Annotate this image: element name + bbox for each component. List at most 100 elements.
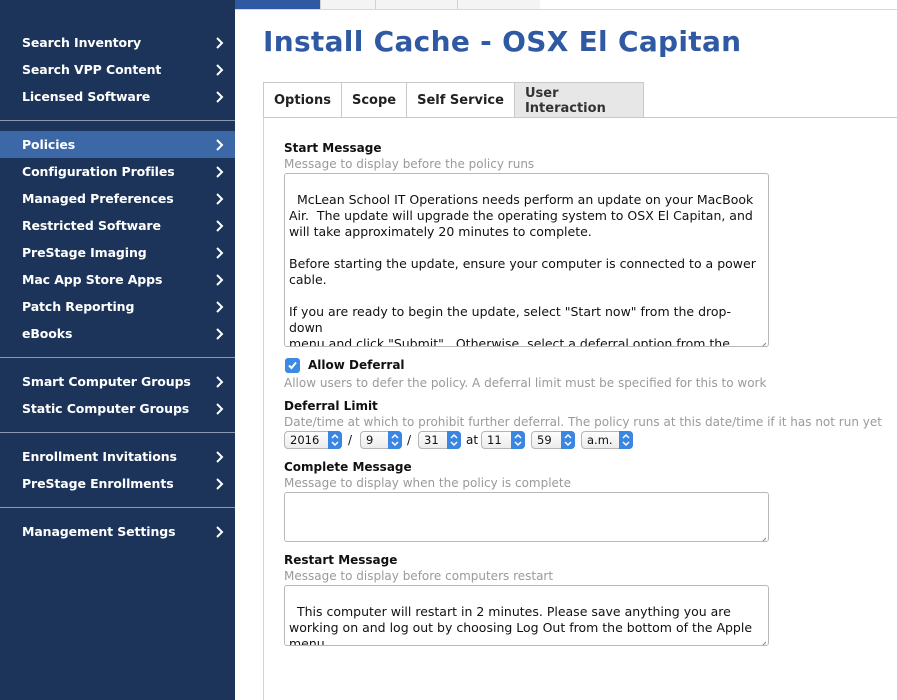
sidebar-item-search-vpp-content[interactable]: Search VPP Content [0,56,235,83]
deferral-hour-select[interactable]: 11 [481,431,525,449]
tab-scope[interactable]: Scope [341,83,408,118]
deferral-month-value: 9 [366,433,374,447]
restart-message-label: Restart Message [284,553,398,567]
complete-message-help: Message to display when the policy is co… [284,476,572,490]
select-arrows-icon [511,431,525,449]
deferral-minute-value: 59 [537,433,552,447]
start-message-label: Start Message [284,141,382,155]
restart-message-help: Message to display before computers rest… [284,569,554,583]
sidebar-item-label: Policies [22,137,76,152]
sidebar-item-label: Licensed Software [22,89,151,104]
deferral-year-value: 2016 [290,433,320,447]
sidebar-item-management-settings[interactable]: Management Settings [0,518,235,545]
chevron-right-icon [214,526,226,538]
sidebar-item-enrollment-invitations[interactable]: Enrollment Invitations [0,443,235,470]
tab-self-service[interactable]: Self Service [407,83,515,118]
sidebar-item-configuration-profiles[interactable]: Configuration Profiles [0,158,235,185]
chevron-right-icon [214,139,226,151]
sidebar-item-managed-preferences[interactable]: Managed Preferences [0,185,235,212]
sidebar-item-label: Enrollment Invitations [22,449,177,464]
sidebar-divider [0,120,235,121]
resize-grip-icon[interactable] [759,532,767,541]
sidebar-item-licensed-software[interactable]: Licensed Software [0,83,235,110]
sidebar-divider [0,432,235,433]
deferral-limit-label: Deferral Limit [284,399,378,413]
sidebar-item-label: Patch Reporting [22,299,135,314]
sidebar-item-label: Smart Computer Groups [22,374,191,389]
sidebar-item-label: PreStage Imaging [22,245,147,260]
resize-grip-icon[interactable] [759,636,767,645]
start-message-help: Message to display before the policy run… [284,157,535,171]
sidebar-item-label: Search Inventory [22,35,142,50]
sidebar-item-label: Management Settings [22,524,176,539]
deferral-month-select[interactable]: 9 [360,431,402,449]
start-message-text: McLean School IT Operations needs perfor… [289,192,756,347]
restart-message-textarea[interactable]: This computer will restart in 2 minutes.… [284,585,769,646]
top-nav-tab[interactable] [321,0,375,9]
chevron-right-icon [214,478,226,490]
chevron-right-icon [214,403,226,415]
allow-deferral-label: Allow Deferral [308,358,405,372]
allow-deferral-help: Allow users to defer the policy. A defer… [284,376,767,390]
select-arrows-icon [447,431,461,449]
sidebar-item-policies[interactable]: Policies [0,131,235,158]
deferral-limit-help: Date/time at which to prohibit further d… [284,415,882,429]
chevron-right-icon [214,274,226,286]
complete-message-label: Complete Message [284,460,412,474]
top-nav-strip [235,0,897,10]
chevron-right-icon [214,37,226,49]
sidebar-item-prestage-enrollments[interactable]: PreStage Enrollments [0,470,235,497]
top-nav-tab-active[interactable] [235,0,320,9]
deferral-ampm-select[interactable]: a.m. [581,431,633,449]
chevron-right-icon [214,328,226,340]
tab-options[interactable]: Options [264,83,342,118]
sidebar-item-ebooks[interactable]: eBooks [0,320,235,347]
sidebar-item-restricted-software[interactable]: Restricted Software [0,212,235,239]
select-arrows-icon [388,431,402,449]
select-arrows-icon [561,431,575,449]
chevron-right-icon [214,247,226,259]
deferral-ampm-value: a.m. [587,433,613,447]
tab-underline [263,117,897,118]
chevron-right-icon [214,451,226,463]
top-nav-tab[interactable] [458,0,540,9]
top-nav-tab[interactable] [376,0,457,9]
sidebar-item-static-computer-groups[interactable]: Static Computer Groups [0,395,235,422]
allow-deferral-checkbox[interactable] [285,358,300,373]
select-arrows-icon [619,431,633,449]
chevron-right-icon [214,376,226,388]
tab-bar: Options Scope Self Service User Interact… [263,82,644,118]
start-message-textarea[interactable]: McLean School IT Operations needs perfor… [284,173,769,347]
date-separator: / [407,433,412,447]
sidebar-divider [0,507,235,508]
sidebar-item-label: PreStage Enrollments [22,476,174,491]
resize-grip-icon[interactable] [759,337,767,346]
restart-message-text: This computer will restart in 2 minutes.… [289,604,753,646]
sidebar-item-label: Managed Preferences [22,191,174,206]
deferral-minute-select[interactable]: 59 [531,431,575,449]
deferral-year-select[interactable]: 2016 [284,431,342,449]
sidebar-item-label: Static Computer Groups [22,401,190,416]
sidebar-item-label: Restricted Software [22,218,161,233]
chevron-right-icon [214,301,226,313]
sidebar-item-patch-reporting[interactable]: Patch Reporting [0,293,235,320]
chevron-right-icon [214,91,226,103]
chevron-right-icon [214,64,226,76]
content-border [263,118,264,700]
select-arrows-icon [328,431,342,449]
sidebar-item-mac-app-store-apps[interactable]: Mac App Store Apps [0,266,235,293]
deferral-day-select[interactable]: 31 [418,431,461,449]
deferral-hour-value: 11 [487,433,502,447]
chevron-right-icon [214,193,226,205]
sidebar-item-search-inventory[interactable]: Search Inventory [0,29,235,56]
sidebar-item-label: Configuration Profiles [22,164,175,179]
sidebar-nav: Search Inventory Search VPP Content Lice… [0,0,235,700]
complete-message-textarea[interactable] [284,492,769,542]
sidebar-item-smart-computer-groups[interactable]: Smart Computer Groups [0,368,235,395]
sidebar-item-label: Mac App Store Apps [22,272,163,287]
sidebar-item-label: Search VPP Content [22,62,162,77]
chevron-right-icon [214,220,226,232]
at-label: at [466,433,479,447]
tab-user-interaction[interactable]: User Interaction [514,83,644,118]
sidebar-item-prestage-imaging[interactable]: PreStage Imaging [0,239,235,266]
